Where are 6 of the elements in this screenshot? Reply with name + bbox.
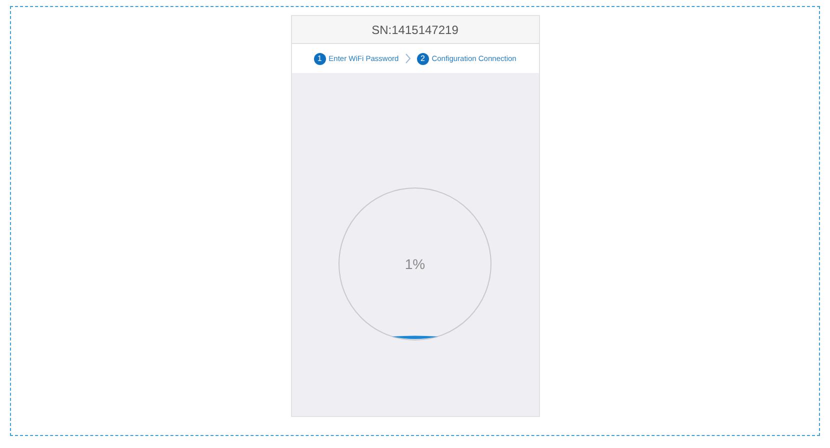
serial-number-title: SN:1415147219 bbox=[372, 22, 458, 36]
chevron-right-icon bbox=[404, 53, 411, 64]
step-number: 1 bbox=[314, 52, 326, 64]
step-number: 2 bbox=[416, 52, 429, 64]
progress-wave-drawing bbox=[392, 336, 438, 339]
progress-percentage: 1% bbox=[404, 256, 426, 272]
